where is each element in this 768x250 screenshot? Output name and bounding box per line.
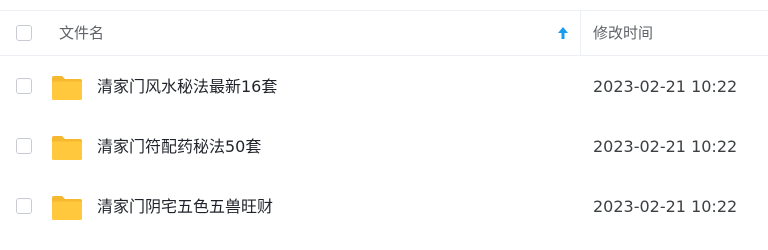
file-modified-time: 2023-02-21 10:22	[593, 197, 738, 216]
file-modified-time: 2023-02-21 10:22	[593, 137, 738, 156]
select-all-checkbox[interactable]	[16, 25, 32, 41]
file-list-table: 文件名 修改时间 清家门风水秘法最新16套 2023-02-21 10:22 清…	[0, 0, 768, 250]
column-divider[interactable]	[580, 11, 581, 55]
row-checkbox[interactable]	[16, 138, 32, 154]
folder-icon	[52, 76, 82, 100]
folder-icon	[52, 136, 82, 160]
column-header-name[interactable]: 文件名	[59, 23, 104, 43]
table-row[interactable]: 清家门风水秘法最新16套 2023-02-21 10:22	[0, 58, 768, 116]
file-name[interactable]: 清家门风水秘法最新16套	[97, 75, 277, 99]
file-name[interactable]: 清家门阴宅五色五兽旺财	[97, 195, 273, 219]
table-header: 文件名 修改时间	[0, 10, 768, 56]
row-checkbox[interactable]	[16, 198, 32, 214]
file-name[interactable]: 清家门符配药秘法50套	[97, 135, 261, 159]
table-row[interactable]: 清家门符配药秘法50套 2023-02-21 10:22	[0, 118, 768, 176]
column-header-modified-time[interactable]: 修改时间	[593, 23, 653, 43]
arrow-up-icon[interactable]	[556, 25, 570, 41]
folder-icon	[52, 196, 82, 220]
file-modified-time: 2023-02-21 10:22	[593, 77, 738, 96]
row-checkbox[interactable]	[16, 78, 32, 94]
table-row[interactable]: 清家门阴宅五色五兽旺财 2023-02-21 10:22	[0, 178, 768, 236]
